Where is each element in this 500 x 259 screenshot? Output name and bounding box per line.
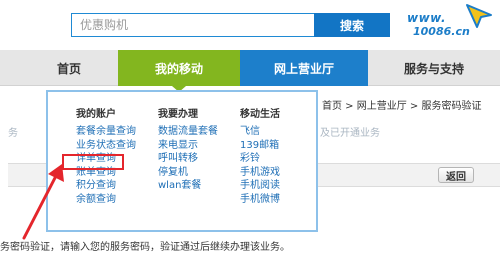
nav-online-hall[interactable]: 网上营业厅 (240, 50, 368, 86)
menu-item-data-package[interactable]: 数据流量套餐 (158, 125, 218, 139)
highlight-box (62, 154, 124, 170)
menu-item-mobile-weibo[interactable]: 手机微博 (240, 193, 280, 207)
menu-heading: 移动生活 (240, 109, 280, 120)
nav-service-support[interactable]: 服务与支持 (368, 50, 500, 86)
menu-item-139-mail[interactable]: 139邮箱 (240, 139, 280, 153)
logo-text-top: www. (407, 11, 447, 25)
red-arrow-icon (22, 164, 64, 240)
breadcrumb: 首页 > 网上营业厅 > 服务密码验证 (322, 101, 482, 112)
cursor-logo-icon (466, 4, 492, 28)
faded-text: 务 (8, 128, 18, 139)
menu-item-mobile-games[interactable]: 手机游戏 (240, 166, 280, 180)
menu-heading: 我要办理 (158, 109, 198, 120)
search-input[interactable]: 优惠购机 (71, 13, 315, 37)
menu-item-mobile-reading[interactable]: 手机阅读 (240, 179, 280, 193)
search-button[interactable]: 搜索 (314, 13, 390, 37)
menu-column-handle: 我要办理 数据流量套餐 来电显示 呼叫转移 停复机 wlan套餐 (158, 108, 218, 193)
main-nav: 首页 我的移动 网上营业厅 服务与支持 (0, 50, 500, 86)
nav-home[interactable]: 首页 (20, 50, 118, 86)
logo-text-bottom: 10086.cn (413, 25, 470, 38)
menu-item-caller-id[interactable]: 来电显示 (158, 139, 218, 153)
nav-my-mobile[interactable]: 我的移动 (118, 50, 240, 86)
menu-column-mobile-life: 移动生活 飞信 139邮箱 彩铃 手机游戏 手机阅读 手机微博 (240, 108, 280, 206)
menu-heading: 我的账户 (76, 109, 116, 120)
menu-item-points-query[interactable]: 积分查询 (76, 179, 136, 193)
menu-item-fetion[interactable]: 飞信 (240, 125, 280, 139)
logo[interactable]: www. 10086.cn (405, 3, 497, 43)
faded-notice: 及已开通业务 (320, 128, 380, 139)
menu-item-balance-query[interactable]: 余额查询 (76, 193, 136, 207)
back-button[interactable]: 返回 (438, 167, 474, 183)
menu-item-service-status[interactable]: 业务状态查询 (76, 139, 136, 153)
menu-item-wlan-package[interactable]: wlan套餐 (158, 179, 218, 193)
menu-item-ringtone[interactable]: 彩铃 (240, 152, 280, 166)
menu-item-call-forward[interactable]: 呼叫转移 (158, 152, 218, 166)
menu-item-suspend-resume[interactable]: 停复机 (158, 166, 218, 180)
menu-item-package-balance[interactable]: 套餐余量查询 (76, 125, 136, 139)
